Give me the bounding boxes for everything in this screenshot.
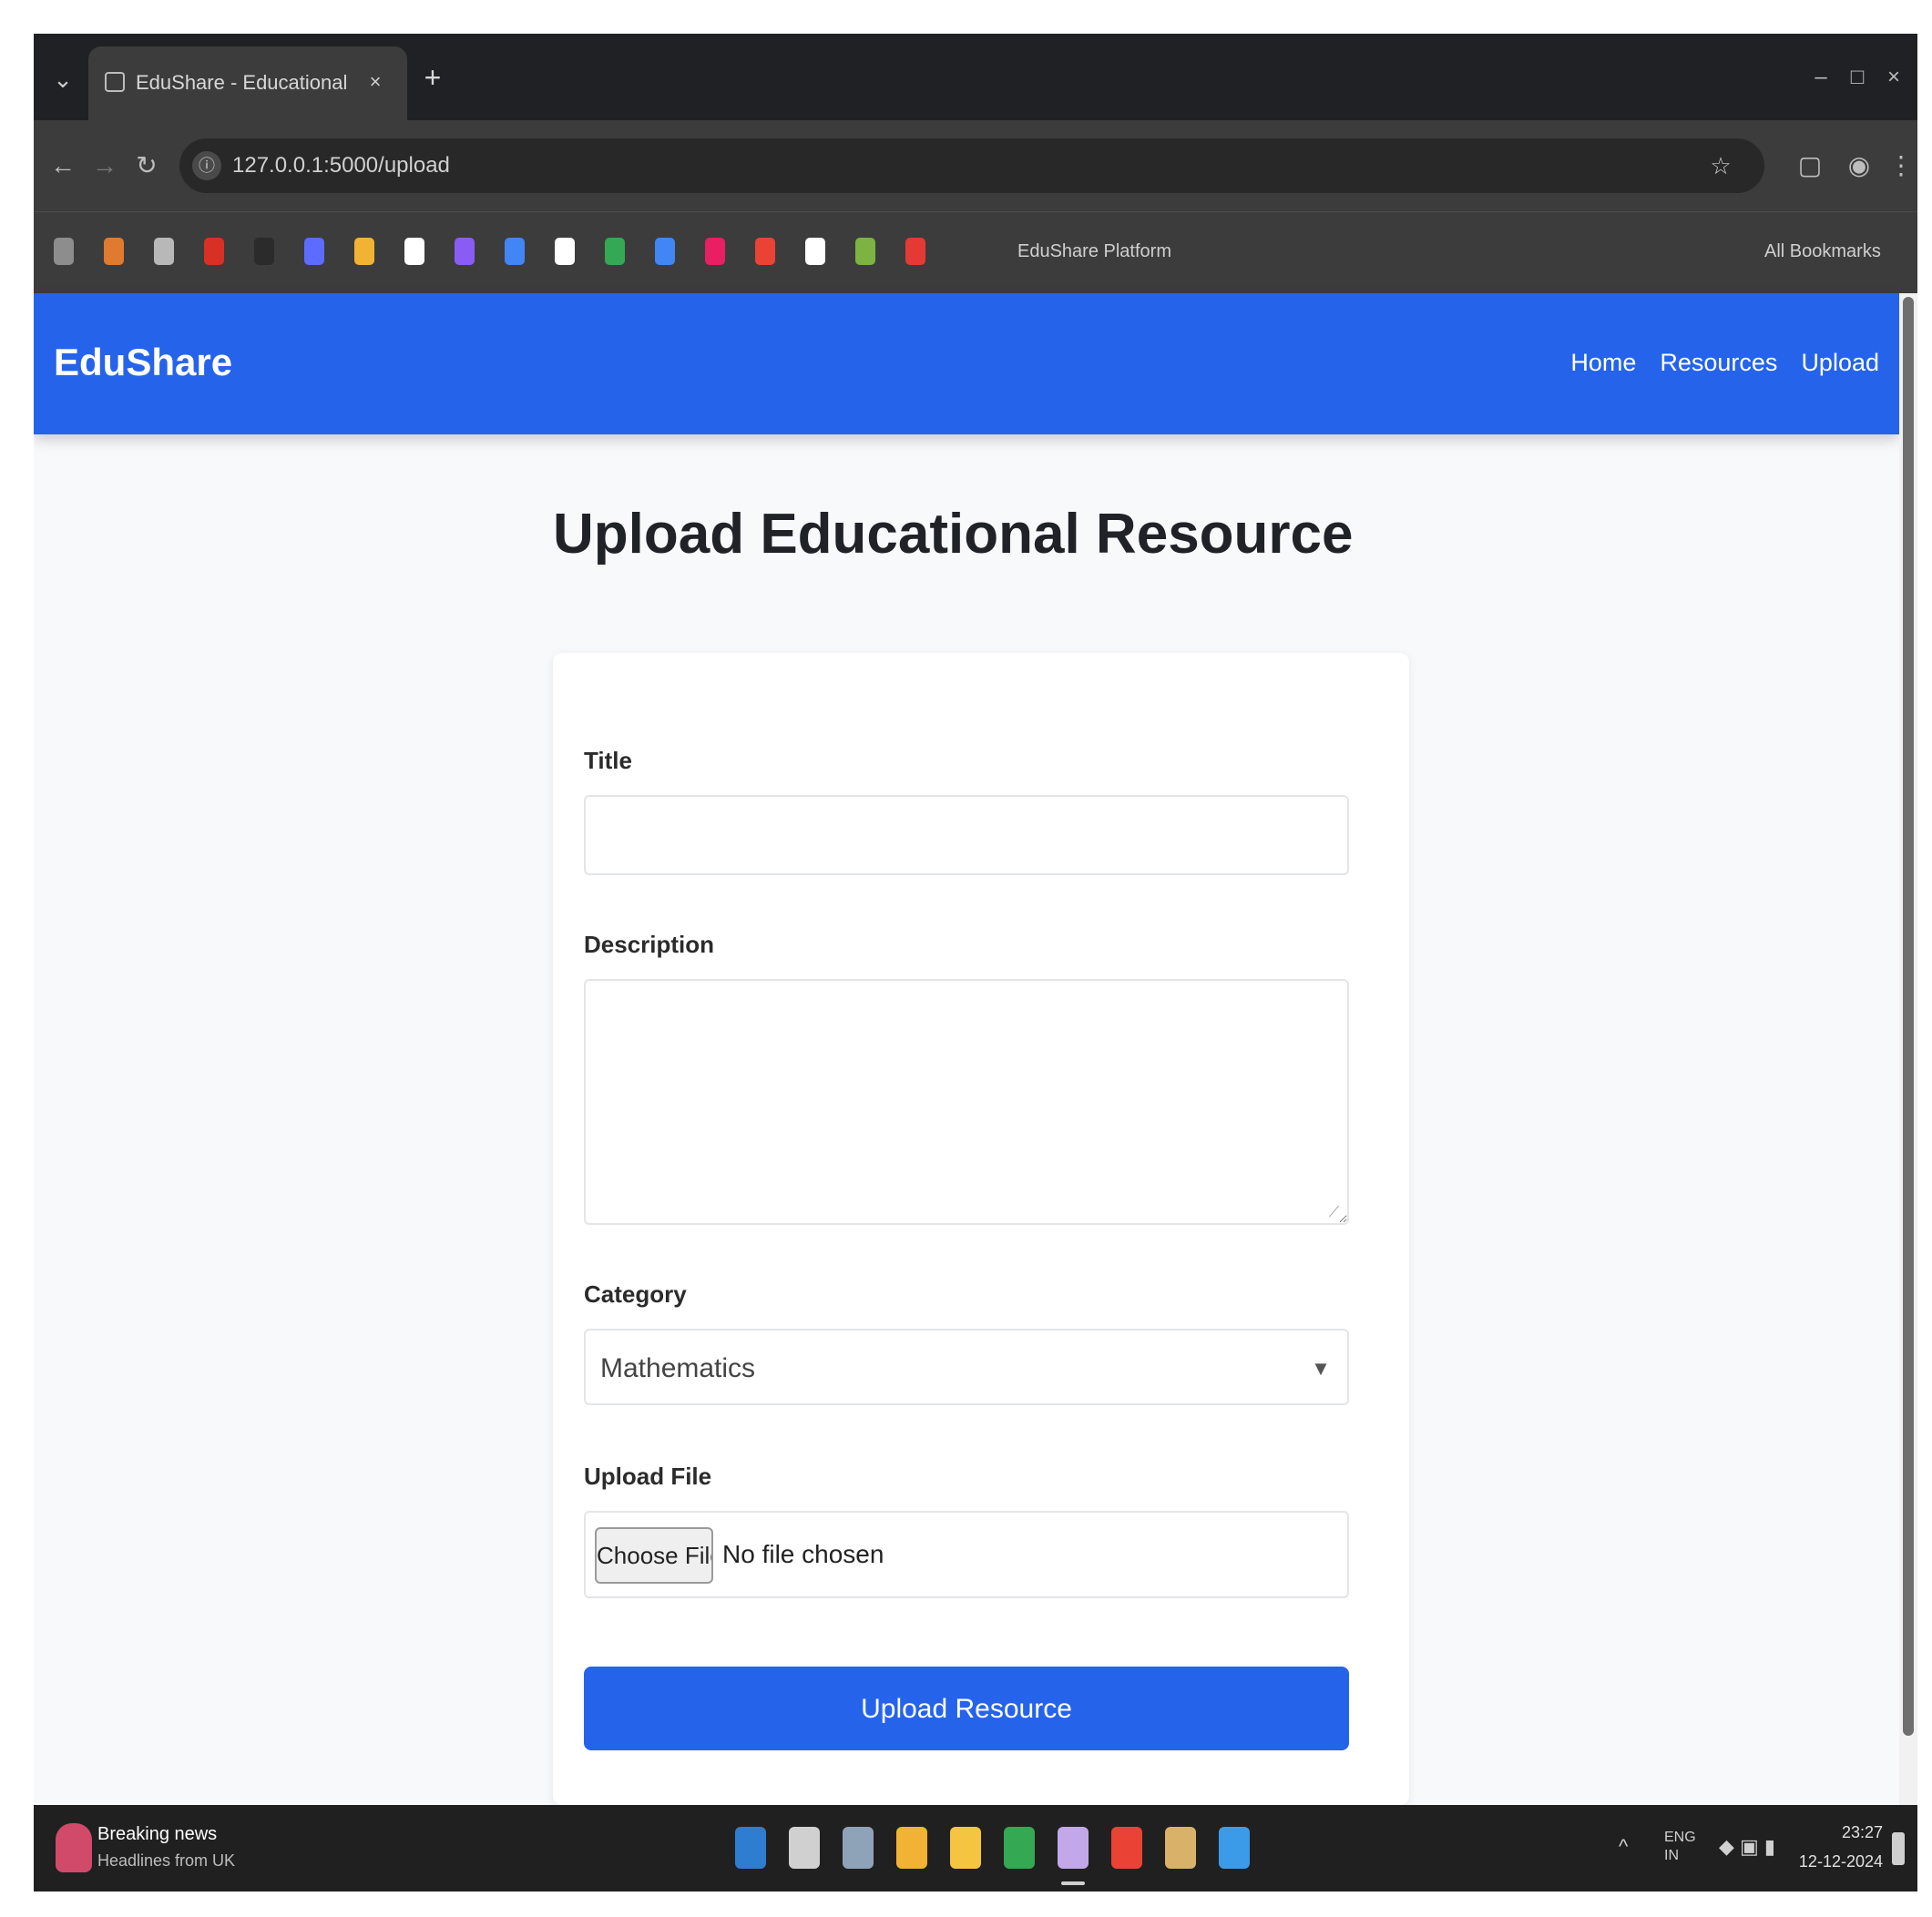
bookmark-icon[interactable]: [555, 238, 575, 265]
taskbar-app-icon[interactable]: [1004, 1827, 1035, 1869]
title-input[interactable]: [584, 795, 1349, 875]
site-info-icon[interactable]: ⓘ: [192, 151, 221, 180]
resize-grip-icon[interactable]: ⟋: [1329, 1205, 1345, 1221]
nav-link-home[interactable]: Home: [1570, 344, 1636, 381]
category-selected-value: Mathematics: [600, 1353, 756, 1383]
news-widget-icon[interactable]: [56, 1823, 92, 1872]
clock-date: 12-12-2024: [1798, 1852, 1883, 1871]
language-indicator[interactable]: ENG IN: [1664, 1829, 1696, 1865]
extensions-icon[interactable]: ▢: [1792, 148, 1828, 184]
clock[interactable]: 23:27 12-12-2024: [1783, 1818, 1883, 1881]
maximize-button[interactable]: □: [1837, 59, 1877, 96]
taskbar-app-icon[interactable]: [1111, 1827, 1142, 1869]
tab-search-icon[interactable]: ⌄: [45, 61, 81, 97]
bookmarks-bar: EduShare Platform All Bookmarks: [34, 211, 1917, 293]
scrollbar-thumb[interactable]: [1903, 297, 1914, 1736]
menu-icon[interactable]: ⋮: [1883, 148, 1917, 184]
nav-link-upload[interactable]: Upload: [1801, 344, 1879, 381]
bookmark-icon[interactable]: [455, 238, 475, 265]
bookmark-icon[interactable]: [755, 238, 775, 265]
news-widget-title[interactable]: Breaking news: [97, 1821, 243, 1847]
notification-icon[interactable]: [1892, 1832, 1905, 1865]
tab-close-icon[interactable]: ×: [362, 68, 389, 96]
profile-icon[interactable]: ◉: [1841, 148, 1877, 184]
clock-time: 23:27: [1841, 1823, 1883, 1841]
bookmark-icon[interactable]: [855, 238, 875, 265]
tab-title: EduShare - Educational Resource Platform: [136, 71, 354, 94]
file-input[interactable]: Choose File No file chosen: [584, 1511, 1349, 1598]
page-title: Upload Educational Resource: [553, 503, 1354, 566]
taskbar-app-icon[interactable]: [896, 1827, 927, 1869]
taskbar-app-icon[interactable]: [843, 1827, 874, 1869]
file-status-text: No file chosen: [722, 1540, 884, 1568]
bookmark-label[interactable]: EduShare Platform: [1017, 240, 1181, 263]
browser-toolbar: ← → ↻ ⓘ 127.0.0.1:5000/upload ☆ ▢ ◉ ⋮: [34, 120, 1917, 211]
taskbar-app-icon[interactable]: [950, 1827, 981, 1869]
all-bookmarks-button[interactable]: All Bookmarks: [1764, 240, 1901, 263]
news-widget-subtitle[interactable]: Headlines from UK: [97, 1849, 243, 1872]
os-taskbar: Breaking news Headlines from UK ^ ENG IN…: [34, 1805, 1917, 1892]
category-label: Category: [584, 1280, 687, 1308]
new-tab-button[interactable]: +: [416, 61, 449, 94]
bookmark-icon[interactable]: [404, 238, 424, 265]
bookmark-icon[interactable]: [505, 238, 525, 265]
bookmark-icon[interactable]: [905, 238, 925, 265]
forward-icon[interactable]: →: [87, 148, 123, 184]
brand-logo[interactable]: EduShare: [54, 337, 254, 388]
bookmark-icon[interactable]: [354, 238, 374, 265]
active-app-indicator: [1061, 1881, 1085, 1885]
star-icon[interactable]: ☆: [1704, 149, 1737, 182]
description-textarea[interactable]: [584, 979, 1349, 1225]
nav-link-resources[interactable]: Resources: [1660, 344, 1777, 381]
taskbar-app-icon[interactable]: [1058, 1827, 1089, 1869]
description-label: Description: [584, 931, 715, 958]
browser-tab-bar: ⌄ EduShare - Educational Resource Platfo…: [34, 34, 1917, 120]
upload-file-label: Upload File: [584, 1463, 712, 1490]
tab-favicon-icon: [105, 72, 125, 92]
address-text[interactable]: 127.0.0.1:5000/upload: [232, 152, 779, 179]
category-select[interactable]: Mathematics ▼: [584, 1329, 1349, 1405]
upload-resource-button[interactable]: Upload Resource: [584, 1667, 1349, 1750]
network-volume-battery-icon[interactable]: ◆ ▣ ▮: [1719, 1829, 1775, 1865]
bookmark-icon[interactable]: [154, 238, 174, 265]
bookmark-icon[interactable]: [655, 238, 675, 265]
tray-overflow-icon[interactable]: ^: [1619, 1829, 1628, 1865]
bookmark-icon[interactable]: [605, 238, 625, 265]
upload-form-card: Title Description ⟋ Category Mathematics…: [553, 653, 1409, 1805]
minimize-button[interactable]: –: [1801, 59, 1841, 96]
chevron-down-icon: ▼: [1311, 1357, 1331, 1380]
bookmark-icon[interactable]: [254, 238, 274, 265]
browser-tab[interactable]: EduShare - Educational Resource Platform…: [88, 46, 407, 120]
site-navbar: EduShare Home Resources Upload: [34, 293, 1899, 434]
nav-links: Home Resources Upload: [1570, 344, 1879, 381]
choose-file-button[interactable]: Choose File: [595, 1527, 713, 1584]
taskbar-app-icon[interactable]: [1219, 1827, 1250, 1869]
bookmark-icon[interactable]: [805, 238, 825, 265]
close-window-button[interactable]: ×: [1874, 59, 1914, 96]
back-icon[interactable]: ←: [45, 148, 81, 184]
taskbar-app-icon[interactable]: [735, 1827, 766, 1869]
bookmark-icon[interactable]: [705, 238, 725, 265]
title-label: Title: [584, 747, 632, 774]
bookmark-icon[interactable]: [304, 238, 324, 265]
bookmark-icon[interactable]: [104, 238, 124, 265]
taskbar-app-icon[interactable]: [1165, 1827, 1196, 1869]
bookmark-icon[interactable]: [204, 238, 224, 265]
description-wrapper: ⟋: [584, 979, 1349, 1225]
reload-icon[interactable]: ↻: [128, 148, 165, 184]
taskbar-app-icon[interactable]: [789, 1827, 820, 1869]
page-scrollbar[interactable]: [1899, 293, 1917, 1805]
address-bar[interactable]: ⓘ 127.0.0.1:5000/upload ☆: [179, 138, 1764, 193]
screen: ⌄ EduShare - Educational Resource Platfo…: [34, 34, 1917, 1892]
bookmark-icon[interactable]: [54, 238, 74, 265]
